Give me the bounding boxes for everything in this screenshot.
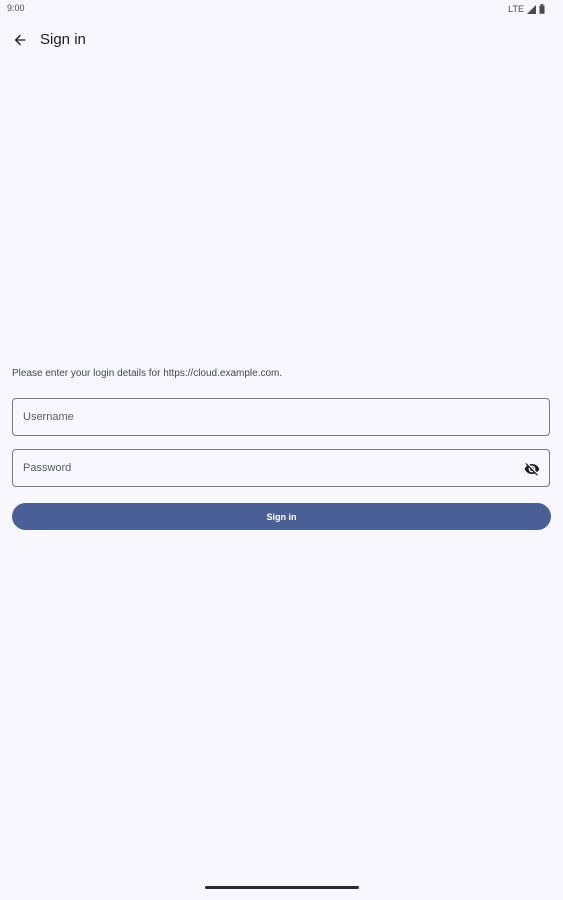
status-bar: 9:00 LTE: [0, 0, 563, 18]
password-input[interactable]: [13, 450, 549, 486]
status-indicators: LTE: [508, 3, 545, 15]
page-title: Sign in: [40, 31, 86, 48]
battery-icon: [539, 4, 545, 14]
status-time: 9:00: [7, 3, 25, 13]
password-visibility-toggle[interactable]: [522, 459, 542, 479]
username-input[interactable]: [13, 399, 549, 435]
password-field: [12, 449, 550, 487]
cell-signal-icon: [527, 4, 536, 14]
visibility-off-icon: [524, 463, 540, 476]
username-field: [12, 398, 550, 436]
arrow-back-icon: [14, 34, 26, 46]
back-button[interactable]: [6, 26, 34, 54]
gesture-nav-handle[interactable]: [205, 886, 359, 889]
sign-in-button[interactable]: Sign in: [12, 503, 551, 530]
network-type-label: LTE: [508, 4, 524, 14]
login-prompt: Please enter your login details for http…: [12, 368, 283, 379]
app-bar: Sign in: [0, 22, 563, 58]
